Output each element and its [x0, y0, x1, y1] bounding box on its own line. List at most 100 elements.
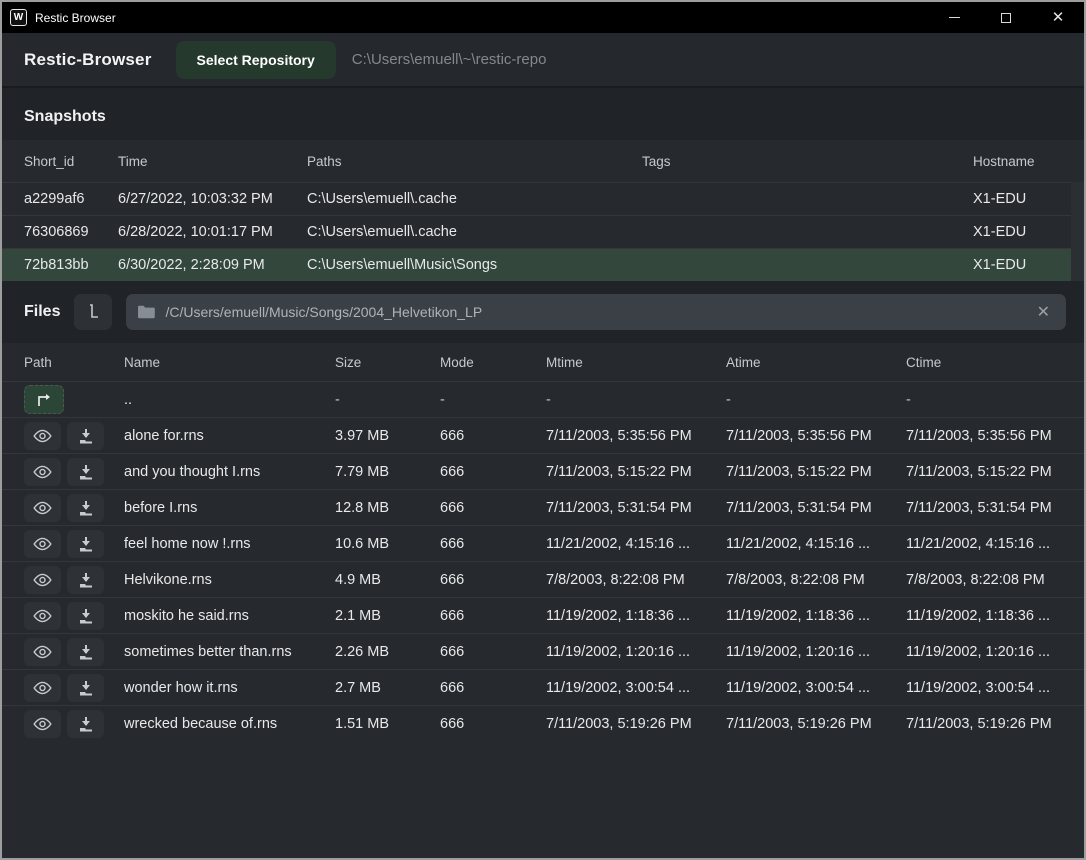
tree-view-icon [85, 303, 101, 321]
file-atime: 7/11/2003, 5:15:22 PM [726, 464, 906, 480]
parent-directory-arrow-icon [35, 393, 53, 407]
download-icon [78, 500, 94, 516]
close-icon: ✕ [1052, 10, 1065, 25]
file-mtime: 11/19/2002, 1:20:16 ... [546, 644, 726, 660]
file-name: moskito he said.rns [124, 608, 335, 624]
snapshots-rows: a2299af6 6/27/2022, 10:03:32 PM C:\Users… [2, 182, 1084, 281]
download-icon [78, 464, 94, 480]
select-repository-button[interactable]: Select Repository [176, 41, 336, 79]
file-row: Helvikone.rns 4.9 MB 666 7/8/2003, 8:22:… [2, 561, 1084, 597]
download-icon [78, 644, 94, 660]
snapshot-hostname: X1-EDU [973, 191, 1068, 207]
download-file-button[interactable] [67, 422, 104, 450]
file-mode: 666 [440, 572, 546, 588]
repository-path: C:\Users\emuell\~\restic-repo [352, 51, 547, 68]
snapshots-scrollbar-gutter[interactable] [1071, 182, 1084, 281]
file-name: Helvikone.rns [124, 572, 335, 588]
file-name: wrecked because of.rns [124, 716, 335, 732]
file-size: 10.6 MB [335, 536, 440, 552]
download-file-button[interactable] [67, 602, 104, 630]
preview-file-button[interactable] [24, 530, 61, 558]
eye-icon [33, 537, 52, 551]
file-atime: 7/11/2003, 5:31:54 PM [726, 500, 906, 516]
file-row: before I.rns 12.8 MB 666 7/11/2003, 5:31… [2, 489, 1084, 525]
snapshot-hostname: X1-EDU [973, 257, 1068, 273]
file-row: feel home now !.rns 10.6 MB 666 11/21/20… [2, 525, 1084, 561]
file-ctime: 7/11/2003, 5:15:22 PM [906, 464, 1074, 480]
file-mtime: 7/11/2003, 5:31:54 PM [546, 500, 726, 516]
close-button[interactable]: ✕ [1032, 2, 1084, 33]
download-file-button[interactable] [67, 530, 104, 558]
preview-file-button[interactable] [24, 602, 61, 630]
preview-file-button[interactable] [24, 458, 61, 486]
parent-directory-row: .. - - - - - [2, 381, 1084, 417]
go-to-parent-button[interactable] [24, 385, 64, 414]
preview-file-button[interactable] [24, 674, 61, 702]
file-mode: 666 [440, 500, 546, 516]
file-atime: 7/11/2003, 5:35:56 PM [726, 428, 906, 444]
preview-file-button[interactable] [24, 710, 61, 738]
snapshots-heading: Snapshots [24, 108, 1084, 126]
column-header-hostname: Hostname [973, 154, 1068, 169]
file-size: 4.9 MB [335, 572, 440, 588]
preview-file-button[interactable] [24, 422, 61, 450]
snapshot-paths: C:\Users\emuell\Music\Songs [307, 257, 642, 273]
file-row: wrecked because of.rns 1.51 MB 666 7/11/… [2, 705, 1084, 741]
file-mtime: 7/8/2003, 8:22:08 PM [546, 572, 726, 588]
app-title: Restic-Browser [24, 50, 152, 70]
download-icon [78, 572, 94, 588]
preview-file-button[interactable] [24, 566, 61, 594]
snapshot-row[interactable]: 76306869 6/28/2022, 10:01:17 PM C:\Users… [2, 215, 1084, 248]
snapshots-section: Snapshots [2, 88, 1084, 140]
preview-file-button[interactable] [24, 494, 61, 522]
files-table: Path Name Size Mode Mtime Atime Ctime ..… [2, 343, 1084, 858]
file-size: 2.26 MB [335, 644, 440, 660]
minimize-icon [949, 17, 960, 18]
file-ctime: 7/11/2003, 5:19:26 PM [906, 716, 1074, 732]
download-file-button[interactable] [67, 638, 104, 666]
preview-file-button[interactable] [24, 638, 61, 666]
file-atime: 7/8/2003, 8:22:08 PM [726, 572, 906, 588]
download-file-button[interactable] [67, 458, 104, 486]
parent-row-ctime: - [906, 392, 1074, 408]
clear-path-icon[interactable]: ✕ [1033, 302, 1054, 322]
file-ctime: 11/19/2002, 1:20:16 ... [906, 644, 1074, 660]
snapshot-time: 6/28/2022, 10:01:17 PM [118, 224, 307, 240]
column-header-tags: Tags [642, 154, 973, 169]
snapshot-hostname: X1-EDU [973, 224, 1068, 240]
download-file-button[interactable] [67, 710, 104, 738]
tree-view-toggle-button[interactable] [74, 294, 112, 330]
minimize-button[interactable] [928, 2, 980, 33]
file-name: sometimes better than.rns [124, 644, 335, 660]
column-header-size: Size [335, 355, 440, 370]
parent-row-name: .. [124, 392, 335, 408]
snapshot-row[interactable]: a2299af6 6/27/2022, 10:03:32 PM C:\Users… [2, 182, 1084, 215]
parent-row-atime: - [726, 392, 906, 408]
download-icon [78, 680, 94, 696]
download-file-button[interactable] [67, 674, 104, 702]
file-mode: 666 [440, 644, 546, 660]
eye-icon [33, 609, 52, 623]
download-icon [78, 716, 94, 732]
titlebar: W Restic Browser ✕ [2, 2, 1084, 33]
file-size: 3.97 MB [335, 428, 440, 444]
download-file-button[interactable] [67, 566, 104, 594]
files-table-header: Path Name Size Mode Mtime Atime Ctime [2, 343, 1084, 381]
file-atime: 7/11/2003, 5:19:26 PM [726, 716, 906, 732]
eye-icon [33, 645, 52, 659]
column-header-paths: Paths [307, 154, 642, 169]
snapshot-time: 6/30/2022, 2:28:09 PM [118, 257, 307, 273]
snapshot-row[interactable]: 72b813bb 6/30/2022, 2:28:09 PM C:\Users\… [2, 248, 1084, 281]
current-path-bar[interactable]: /C/Users/emuell/Music/Songs/2004_Helveti… [126, 294, 1066, 330]
folder-icon [138, 305, 155, 319]
eye-icon [33, 573, 52, 587]
snapshot-time: 6/27/2022, 10:03:32 PM [118, 191, 307, 207]
file-ctime: 7/11/2003, 5:35:56 PM [906, 428, 1074, 444]
file-ctime: 7/11/2003, 5:31:54 PM [906, 500, 1074, 516]
current-path-text: /C/Users/emuell/Music/Songs/2004_Helveti… [165, 304, 1022, 320]
column-header-mode: Mode [440, 355, 546, 370]
file-mode: 666 [440, 428, 546, 444]
maximize-button[interactable] [980, 2, 1032, 33]
column-header-time: Time [118, 154, 307, 169]
download-file-button[interactable] [67, 494, 104, 522]
